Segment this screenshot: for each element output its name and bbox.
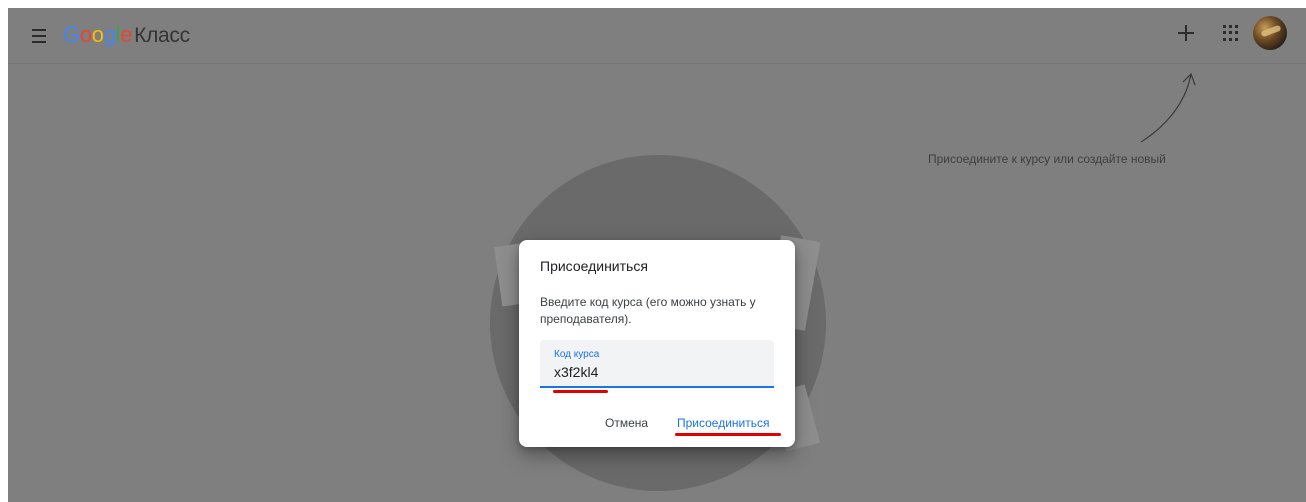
red-annotation-underline (553, 390, 608, 393)
dialog-title: Присоединиться (540, 258, 648, 274)
dialog-description: Введите код курса (его можно узнать у пр… (540, 295, 756, 326)
plus-icon[interactable] (1173, 20, 1199, 46)
class-code-label: Код курса (554, 349, 600, 360)
red-annotation-underline (675, 433, 781, 436)
hint-arrow-icon (1140, 72, 1196, 143)
cancel-button[interactable]: Отмена (605, 416, 648, 430)
hamburger-menu-icon[interactable] (28, 25, 50, 47)
join-class-dialog: Присоединиться Введите код курса (его мо… (519, 240, 795, 447)
app-logo[interactable]: Google Класс (63, 22, 190, 48)
class-code-input[interactable] (554, 363, 754, 381)
hint-text: Присоедините к курсу или создайте новый (928, 152, 1166, 166)
class-code-field[interactable]: Код курса (540, 340, 774, 388)
join-button[interactable]: Присоединиться (677, 416, 770, 430)
apps-grid-icon[interactable] (1223, 25, 1239, 41)
user-avatar[interactable] (1253, 16, 1287, 50)
product-name: Класс (134, 24, 190, 47)
top-app-bar: Google Класс (8, 8, 1306, 64)
google-wordmark: Google (63, 22, 133, 47)
